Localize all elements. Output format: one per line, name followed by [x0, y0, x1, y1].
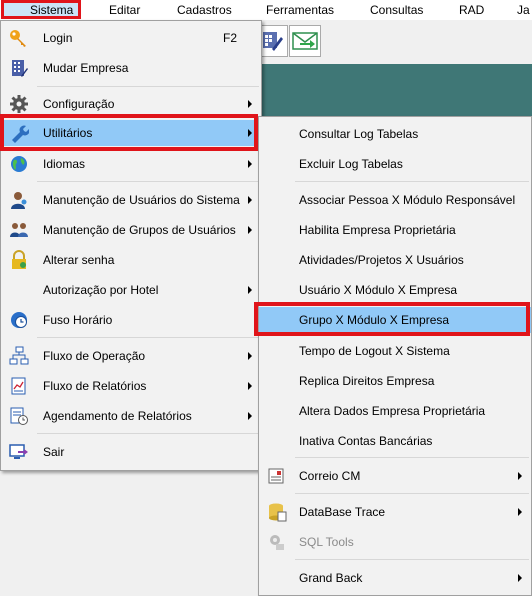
separator [37, 86, 259, 87]
report-flow-icon [6, 373, 32, 399]
separator [295, 559, 529, 560]
submenu-arrow-icon [248, 160, 252, 168]
menu-item-fluxo-relatorios[interactable]: Fluxo de Relatórios [1, 373, 261, 399]
submenu-item-sql-tools[interactable]: SQL Tools [259, 529, 531, 555]
submenu-item[interactable]: Usuário X Módulo X Empresa [259, 277, 531, 303]
separator [295, 181, 529, 182]
menu-item-utilitarios[interactable]: Utilitários [1, 120, 261, 146]
submenu-arrow-icon [248, 196, 252, 204]
menu-item-configuracao[interactable]: Configuração [1, 91, 261, 117]
submenu-item[interactable]: Atividades/Projetos X Usuários [259, 247, 531, 273]
mail-icon [264, 463, 290, 489]
menu-bar: Sistema Editar Cadastros Ferramentas Con… [0, 0, 532, 20]
menu-item-sair[interactable]: Sair [1, 439, 261, 465]
sistema-menu: Login F2 Mudar Empresa Configuração Util… [0, 20, 262, 471]
submenu-arrow-icon [518, 472, 522, 480]
submenu-arrow-icon [518, 574, 522, 582]
separator [37, 181, 259, 182]
submenu-arrow-icon [248, 129, 252, 137]
menu-ferramentas[interactable]: Ferramentas [266, 0, 334, 20]
submenu-item[interactable]: Altera Dados Empresa Proprietária [259, 398, 531, 424]
submenu-item[interactable]: Habilita Empresa Proprietária [259, 217, 531, 243]
separator [37, 433, 259, 434]
submenu-item-grand-back[interactable]: Grand Back [259, 565, 531, 591]
lock-icon [6, 247, 32, 273]
menu-sistema[interactable]: Sistema [30, 0, 73, 20]
menu-rad[interactable]: RAD [459, 0, 484, 20]
menu-item-login[interactable]: Login F2 [1, 25, 261, 51]
menu-item-fuso-horario[interactable]: Fuso Horário [1, 307, 261, 333]
menu-editar[interactable]: Editar [109, 0, 140, 20]
menu-item-fluxo-operacao[interactable]: Fluxo de Operação [1, 343, 261, 369]
submenu-arrow-icon [248, 412, 252, 420]
menu-item-manutencao-usuarios[interactable]: Manutenção de Usuários do Sistema [1, 187, 261, 213]
submenu-item[interactable]: Tempo de Logout X Sistema [259, 338, 531, 364]
submenu-arrow-icon [248, 226, 252, 234]
separator [295, 457, 529, 458]
submenu-item[interactable]: Associar Pessoa X Módulo Responsável [259, 187, 531, 213]
menu-item-idiomas[interactable]: Idiomas [1, 151, 261, 177]
submenu-item-grupo-modulo-empresa[interactable]: Grupo X Módulo X Empresa [259, 307, 531, 333]
submenu-item[interactable]: Excluir Log Tabelas [259, 151, 531, 177]
submenu-arrow-icon [248, 286, 252, 294]
database-icon [264, 499, 290, 525]
menu-item-alterar-senha[interactable]: Alterar senha [1, 247, 261, 273]
schedule-icon [6, 403, 32, 429]
users-group-icon [6, 217, 32, 243]
sql-tools-icon [264, 529, 290, 555]
menu-item-agendamento-relatorios[interactable]: Agendamento de Relatórios [1, 403, 261, 429]
separator [37, 337, 259, 338]
gear-icon [6, 91, 32, 117]
menu-item-manutencao-grupos[interactable]: Manutenção de Grupos de Usuários [1, 217, 261, 243]
menu-ja[interactable]: Ja [517, 0, 530, 20]
menu-item-autorizacao-hotel[interactable]: Autorização por Hotel [1, 277, 261, 303]
submenu-arrow-icon [248, 100, 252, 108]
menu-consultas[interactable]: Consultas [370, 0, 423, 20]
utilitarios-submenu: Consultar Log Tabelas Excluir Log Tabela… [258, 116, 532, 596]
menu-item-mudar-empresa[interactable]: Mudar Empresa [1, 55, 261, 81]
submenu-item-correio-cm[interactable]: Correio CM [259, 463, 531, 489]
separator [37, 117, 259, 118]
submenu-arrow-icon [248, 352, 252, 360]
submenu-arrow-icon [248, 382, 252, 390]
submenu-item[interactable]: Replica Direitos Empresa [259, 368, 531, 394]
menu-cadastros[interactable]: Cadastros [177, 0, 232, 20]
exit-icon [6, 439, 32, 465]
building-icon [6, 55, 32, 81]
submenu-item[interactable]: Consultar Log Tabelas [259, 121, 531, 147]
wrench-icon [6, 120, 32, 146]
globe-icon [6, 151, 32, 177]
send-mail-icon[interactable] [289, 25, 321, 57]
submenu-arrow-icon [518, 508, 522, 516]
submenu-item[interactable]: Inativa Contas Bancárias [259, 428, 531, 454]
separator [295, 493, 529, 494]
user-icon [6, 187, 32, 213]
flowchart-icon [6, 343, 32, 369]
key-icon [6, 25, 32, 51]
clock-globe-icon [6, 307, 32, 333]
submenu-item-database-trace[interactable]: DataBase Trace [259, 499, 531, 525]
